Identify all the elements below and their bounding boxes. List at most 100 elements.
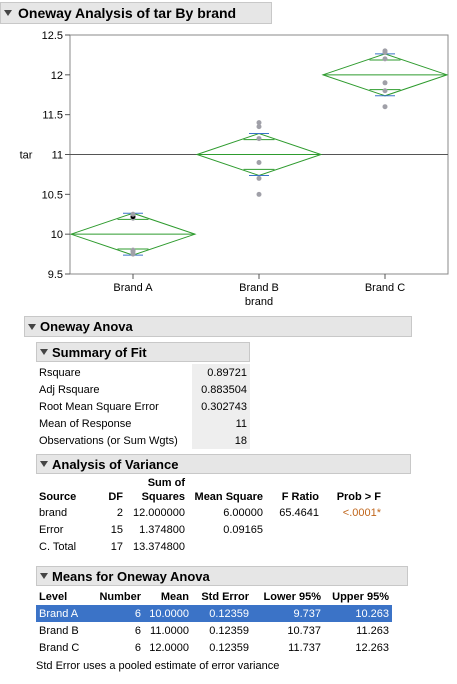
analysis-of-variance-title: Analysis of Variance bbox=[52, 456, 179, 472]
fit-label: Root Mean Square Error bbox=[36, 398, 192, 415]
y-tick-label: 10.5 bbox=[42, 189, 63, 201]
means-upper: 12.263 bbox=[355, 641, 389, 654]
x-tick-label: Brand A bbox=[113, 282, 153, 294]
data-point[interactable] bbox=[382, 104, 388, 110]
aov-source: C. Total bbox=[39, 540, 77, 553]
data-point[interactable] bbox=[130, 247, 136, 253]
fit-row: Root Mean Square Error 0.302743 bbox=[36, 398, 250, 415]
means-level: Brand B bbox=[39, 624, 79, 637]
fit-value: 0.89721 bbox=[192, 364, 250, 381]
means-table: Level Number Mean Std Error Lower 95% Upper 9… bbox=[36, 588, 392, 656]
disclosure-triangle-icon[interactable] bbox=[4, 10, 12, 16]
aov-row: brand 2 12.000000 6.00000 65.4641 <.0001* bbox=[36, 504, 384, 521]
y-tick-label: 11.5 bbox=[42, 110, 63, 122]
means-mean: 10.0000 bbox=[144, 605, 192, 622]
fit-label: Adj Rsquare bbox=[36, 381, 192, 398]
col-sum-of-squares: Sum of Squares bbox=[126, 476, 188, 504]
means-number: 6 bbox=[92, 605, 144, 622]
data-point[interactable] bbox=[256, 175, 262, 181]
oneway-anova-header[interactable]: Oneway Anova bbox=[24, 316, 412, 337]
data-point[interactable] bbox=[382, 88, 388, 94]
oneway-plot[interactable]: 9.5 10 10.5 11 11.5 12 12.5 tar Brand A Brand B Br… bbox=[0, 25, 457, 310]
aov-df: 17 bbox=[110, 540, 123, 553]
aov-ms: 6.00000 bbox=[223, 506, 263, 519]
means-se: 0.12359 bbox=[209, 624, 249, 637]
main-title: Oneway Analysis of tar By brand bbox=[18, 5, 237, 21]
data-point[interactable] bbox=[130, 211, 136, 217]
y-tick-label: 9.5 bbox=[48, 269, 63, 281]
aov-ss: 12.000000 bbox=[133, 506, 185, 519]
aov-f: 65.4641 bbox=[279, 506, 319, 519]
aov-ss: 1.374800 bbox=[139, 523, 185, 536]
means-upper: 10.263 bbox=[324, 605, 392, 622]
col-df: DF bbox=[108, 491, 123, 503]
x-axis-label: brand bbox=[245, 296, 273, 308]
aov-df: 2 bbox=[116, 506, 123, 519]
col-mean-square: Mean Square bbox=[194, 491, 263, 503]
aov-source: Error bbox=[39, 523, 64, 536]
means-number: 6 bbox=[134, 624, 141, 637]
analysis-of-variance-header[interactable]: Analysis of Variance bbox=[36, 454, 411, 474]
disclosure-triangle-icon[interactable] bbox=[40, 461, 48, 467]
means-title: Means for Oneway Anova bbox=[52, 568, 210, 584]
summary-of-fit-header[interactable]: Summary of Fit bbox=[36, 342, 250, 362]
fit-row: Observations (or Sum Wgts) 18 bbox=[36, 432, 250, 449]
means-lower: 11.737 bbox=[288, 641, 321, 654]
x-tick-label: Brand C bbox=[365, 282, 405, 294]
fit-label: Mean of Response bbox=[36, 415, 192, 432]
fit-value: 18 bbox=[192, 432, 250, 449]
means-col-header: Std Error bbox=[201, 590, 249, 603]
means-row[interactable]: Brand B 6 11.0000 0.12359 10.737 11.263 bbox=[36, 622, 392, 639]
disclosure-triangle-icon[interactable] bbox=[40, 349, 48, 355]
disclosure-triangle-icon[interactable] bbox=[28, 323, 36, 330]
means-row[interactable]: Brand A 6 10.0000 0.12359 9.737 10.263 bbox=[36, 605, 392, 622]
y-tick-label: 10 bbox=[51, 229, 63, 241]
fit-label: Observations (or Sum Wgts) bbox=[36, 432, 192, 449]
means-mean: 12.0000 bbox=[149, 641, 189, 654]
col-prob-f: Prob > F bbox=[336, 491, 381, 503]
y-tick-label: 12 bbox=[51, 70, 63, 82]
means-mean: 11.0000 bbox=[150, 624, 189, 637]
fit-row: Rsquare 0.89721 bbox=[36, 364, 250, 381]
means-number: 6 bbox=[134, 641, 141, 654]
means-header[interactable]: Means for Oneway Anova bbox=[36, 566, 408, 586]
means-col-header: Number bbox=[99, 590, 141, 603]
data-point[interactable] bbox=[256, 159, 262, 165]
data-point[interactable] bbox=[382, 80, 388, 86]
main-outline-header[interactable]: Oneway Analysis of tar By brand bbox=[0, 2, 272, 24]
means-lower: 10.737 bbox=[287, 624, 321, 637]
aov-ss: 13.374800 bbox=[133, 540, 185, 553]
aov-f bbox=[266, 538, 322, 555]
col-ss-top: Sum of bbox=[147, 477, 185, 489]
fit-row: Mean of Response 11 bbox=[36, 415, 250, 432]
means-row[interactable]: Brand C 6 12.0000 0.12359 11.737 12.263 bbox=[36, 639, 392, 656]
aov-source: brand bbox=[39, 506, 68, 519]
aov-ms: 0.09165 bbox=[223, 523, 263, 536]
fit-label: Rsquare bbox=[36, 364, 192, 381]
means-upper: 11.263 bbox=[356, 624, 389, 637]
means-col-header: Level bbox=[39, 590, 68, 603]
aov-p: <.0001* bbox=[342, 506, 381, 519]
data-point[interactable] bbox=[382, 48, 388, 54]
data-point[interactable] bbox=[256, 120, 262, 126]
data-point[interactable] bbox=[256, 136, 262, 142]
x-tick-label: Brand B bbox=[239, 282, 279, 294]
means-col-header: Mean bbox=[160, 590, 189, 603]
aov-f bbox=[266, 521, 322, 538]
means-se: 0.12359 bbox=[192, 605, 252, 622]
data-point[interactable] bbox=[382, 56, 388, 62]
col-ss-bottom: Squares bbox=[141, 491, 185, 503]
disclosure-triangle-icon[interactable] bbox=[40, 573, 48, 579]
y-tick-label: 12.5 bbox=[42, 30, 63, 42]
aov-p bbox=[322, 538, 384, 555]
means-level: Brand A bbox=[36, 605, 92, 622]
fit-value: 0.302743 bbox=[192, 398, 250, 415]
fit-value: 11 bbox=[192, 415, 250, 432]
fit-value: 0.883504 bbox=[192, 381, 250, 398]
means-se: 0.12359 bbox=[209, 641, 249, 654]
means-level: Brand C bbox=[39, 641, 80, 654]
y-axis-label: tar bbox=[20, 150, 33, 162]
means-col-header: Lower 95% bbox=[263, 590, 321, 603]
aov-p bbox=[322, 521, 384, 538]
data-point[interactable] bbox=[256, 191, 262, 197]
